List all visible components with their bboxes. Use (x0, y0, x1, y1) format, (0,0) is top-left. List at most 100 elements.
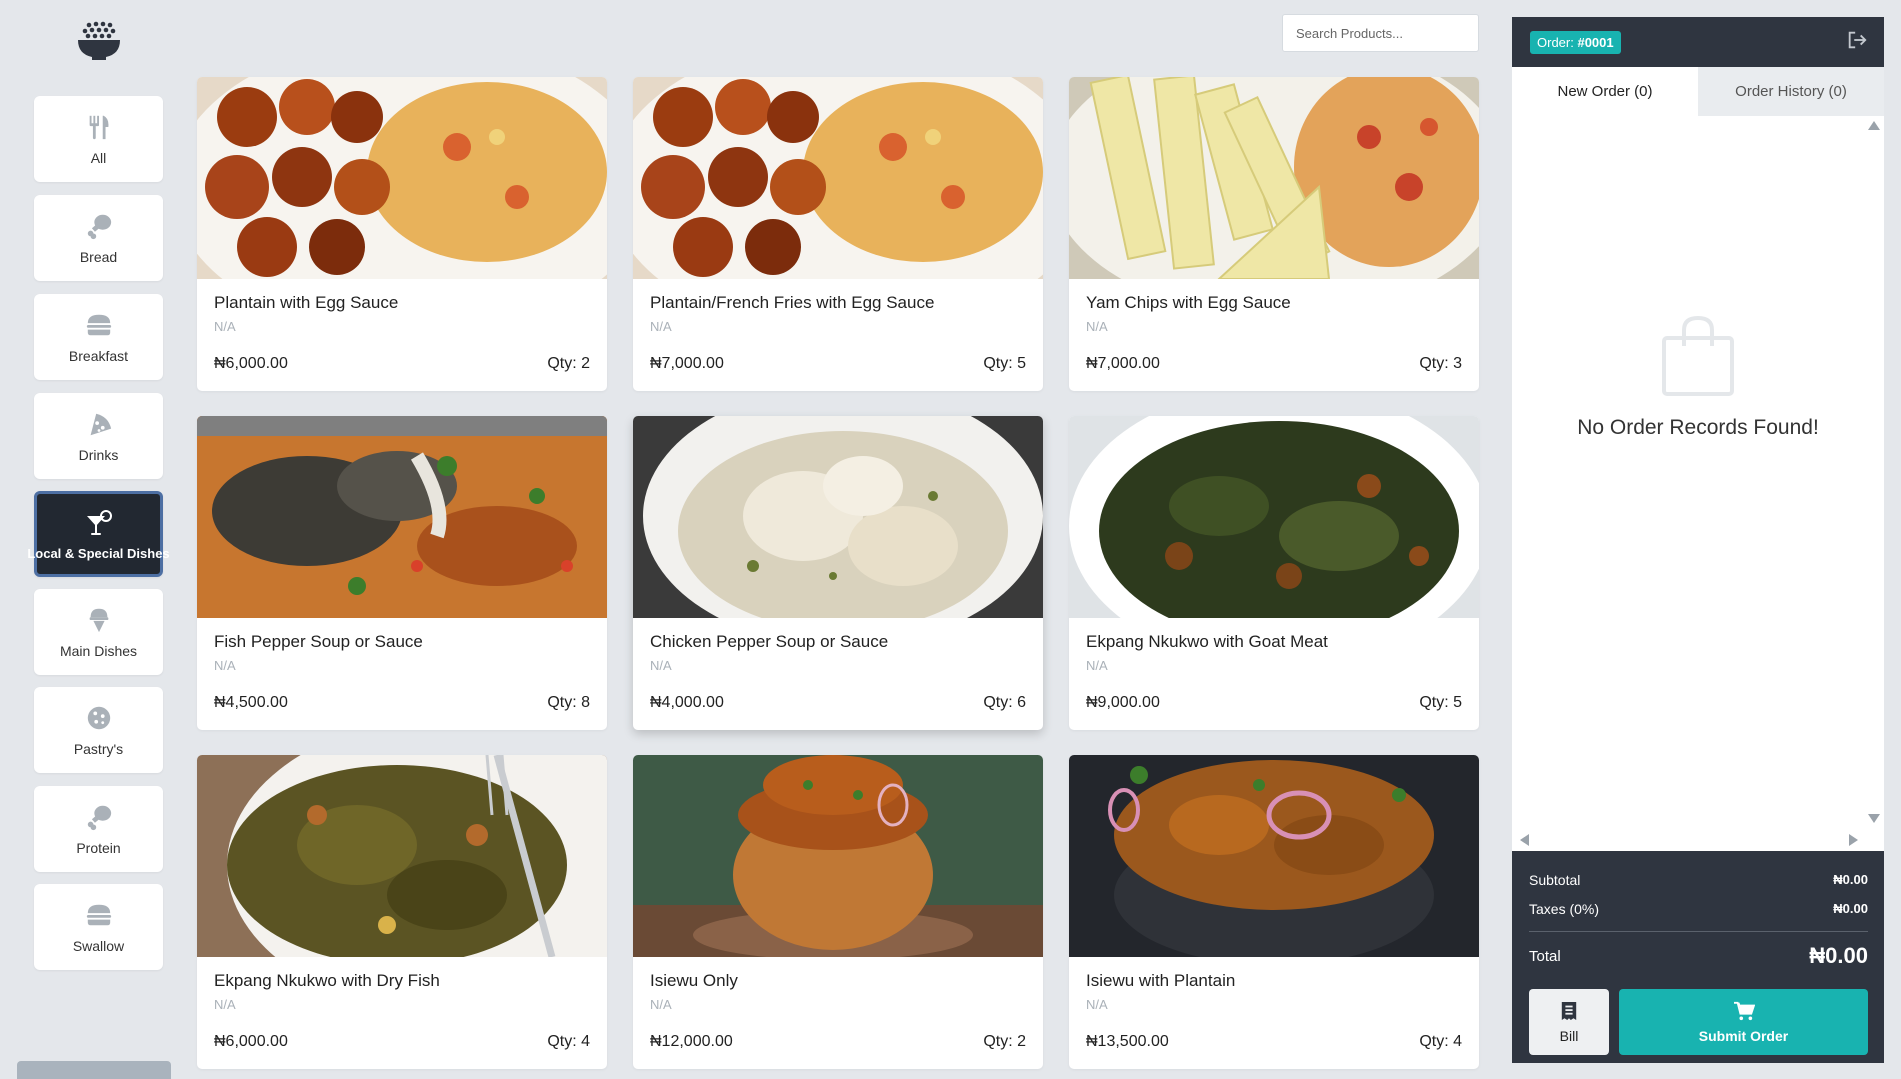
product-quantity: Qty: 4 (547, 1033, 590, 1050)
sidebar-bottom-button[interactable] (17, 1061, 171, 1079)
product-price: ₦7,000.00 (650, 355, 724, 372)
product-description: N/A (214, 319, 236, 334)
logout-icon[interactable] (1846, 29, 1868, 56)
category-breakfast[interactable]: Breakfast (34, 294, 163, 380)
restaurant-logo-icon (76, 20, 122, 62)
product-image (1069, 416, 1479, 618)
total-row: Total ₦0.00 (1529, 943, 1868, 968)
empty-state: No Order Records Found! (1512, 315, 1884, 440)
cart-icon (1733, 1001, 1755, 1024)
scroll-right-arrow[interactable] (1849, 834, 1858, 846)
pizza-icon (84, 409, 114, 439)
product-card[interactable]: Ekpang Nkukwo with Dry Fish N/A ₦6,000.0… (197, 755, 607, 1069)
product-card[interactable]: Chicken Pepper Soup or Sauce N/A ₦4,000.… (633, 416, 1043, 730)
category-protein[interactable]: Protein (34, 786, 163, 872)
product-price: ₦7,000.00 (1086, 355, 1160, 372)
product-quantity: Qty: 5 (1419, 694, 1462, 711)
product-description: N/A (1086, 997, 1108, 1012)
product-quantity: Qty: 8 (547, 694, 590, 711)
order-number-badge: Order: #0001 (1530, 30, 1621, 54)
subtotal-row: Subtotal ₦0.00 (1529, 871, 1868, 888)
product-quantity: Qty: 2 (547, 355, 590, 372)
product-card[interactable]: Ekpang Nkukwo with Goat Meat N/A ₦9,000.… (1069, 416, 1479, 730)
ice-cream-icon (84, 605, 114, 635)
product-description: N/A (650, 319, 672, 334)
submit-order-button[interactable]: Submit Order (1619, 989, 1868, 1055)
product-image (197, 755, 607, 957)
scroll-down-arrow[interactable] (1868, 814, 1880, 823)
subtotal-value: ₦0.00 (1833, 872, 1868, 887)
product-description: N/A (650, 658, 672, 673)
product-description: N/A (214, 658, 236, 673)
product-image (197, 77, 607, 279)
product-name: Yam Chips with Egg Sauce (1086, 293, 1291, 312)
product-name: Isiewu with Plantain (1086, 971, 1236, 990)
category-main-dishes[interactable]: Main Dishes (34, 589, 163, 675)
product-price: ₦13,500.00 (1086, 1033, 1169, 1050)
product-description: N/A (650, 997, 672, 1012)
product-card[interactable]: Isiewu Only N/A ₦12,000.00 Qty: 2 (633, 755, 1043, 1069)
product-quantity: Qty: 2 (983, 1033, 1026, 1050)
product-price: ₦4,000.00 (650, 694, 724, 711)
product-grid: Plantain with Egg Sauce N/A ₦6,000.00 Qt… (197, 77, 1480, 1069)
product-price: ₦12,000.00 (650, 1033, 733, 1050)
product-price: ₦9,000.00 (1086, 694, 1160, 711)
tab-order-history[interactable]: Order History (0) (1698, 67, 1884, 116)
taxes-row: Taxes (0%) ₦0.00 (1529, 900, 1868, 917)
product-name: Fish Pepper Soup or Sauce (214, 632, 423, 651)
search-input[interactable] (1282, 14, 1479, 52)
order-panel-header: Order: #0001 (1512, 17, 1884, 67)
product-image (1069, 755, 1479, 957)
tab-new-order[interactable]: New Order (0) (1512, 67, 1698, 116)
category-drinks[interactable]: Drinks (34, 393, 163, 479)
product-quantity: Qty: 3 (1419, 355, 1462, 372)
product-name: Ekpang Nkukwo with Dry Fish (214, 971, 440, 990)
product-image (633, 755, 1043, 957)
utensils-icon (84, 112, 114, 142)
summary-divider (1529, 931, 1868, 932)
product-quantity: Qty: 6 (983, 694, 1026, 711)
product-price: ₦6,000.00 (214, 1033, 288, 1050)
product-card[interactable]: Fish Pepper Soup or Sauce N/A ₦4,500.00 … (197, 416, 607, 730)
product-name: Chicken Pepper Soup or Sauce (650, 632, 889, 651)
drumstick-icon (84, 211, 114, 241)
order-list[interactable]: No Order Records Found! (1512, 116, 1884, 851)
product-description: N/A (1086, 319, 1108, 334)
product-quantity: Qty: 4 (1419, 1033, 1462, 1050)
product-image (633, 77, 1043, 279)
receipt-icon (1560, 1001, 1578, 1024)
product-name: Plantain with Egg Sauce (214, 293, 399, 312)
taxes-value: ₦0.00 (1833, 901, 1868, 916)
cocktail-icon (84, 508, 114, 538)
product-image (197, 416, 607, 618)
shopping-bag-icon (1662, 315, 1734, 396)
category-all[interactable]: All (34, 96, 163, 182)
product-image (633, 416, 1043, 618)
category-pastrys[interactable]: Pastry's (34, 687, 163, 773)
burger-icon (84, 310, 114, 340)
category-local-special-dishes[interactable]: Local & Special Dishes (27, 491, 170, 577)
category-bread[interactable]: Bread (34, 195, 163, 281)
product-card[interactable]: Yam Chips with Egg Sauce N/A ₦7,000.00 Q… (1069, 77, 1479, 391)
product-description: N/A (214, 997, 236, 1012)
order-summary: Subtotal ₦0.00 Taxes (0%) ₦0.00 Total ₦0… (1512, 851, 1884, 1063)
product-price: ₦4,500.00 (214, 694, 288, 711)
product-card[interactable]: Plantain with Egg Sauce N/A ₦6,000.00 Qt… (197, 77, 607, 391)
scroll-up-arrow[interactable] (1868, 121, 1880, 130)
empty-message: No Order Records Found! (1577, 416, 1819, 439)
scroll-left-arrow[interactable] (1520, 834, 1529, 846)
product-description: N/A (1086, 658, 1108, 673)
order-actions: Bill Submit Order (1529, 989, 1868, 1055)
product-image (1069, 77, 1479, 279)
cookie-icon (84, 703, 114, 733)
order-tabs: New Order (0) Order History (0) (1512, 67, 1884, 116)
drumstick-icon (84, 802, 114, 832)
product-name: Plantain/French Fries with Egg Sauce (650, 293, 935, 312)
product-card[interactable]: Isiewu with Plantain N/A ₦13,500.00 Qty:… (1069, 755, 1479, 1069)
bill-button[interactable]: Bill (1529, 989, 1609, 1055)
order-panel: Order: #0001 New Order (0) Order History… (1512, 17, 1884, 1063)
product-card[interactable]: Plantain/French Fries with Egg Sauce N/A… (633, 77, 1043, 391)
product-quantity: Qty: 5 (983, 355, 1026, 372)
category-swallow[interactable]: Swallow (34, 884, 163, 970)
product-name: Isiewu Only (650, 971, 738, 990)
